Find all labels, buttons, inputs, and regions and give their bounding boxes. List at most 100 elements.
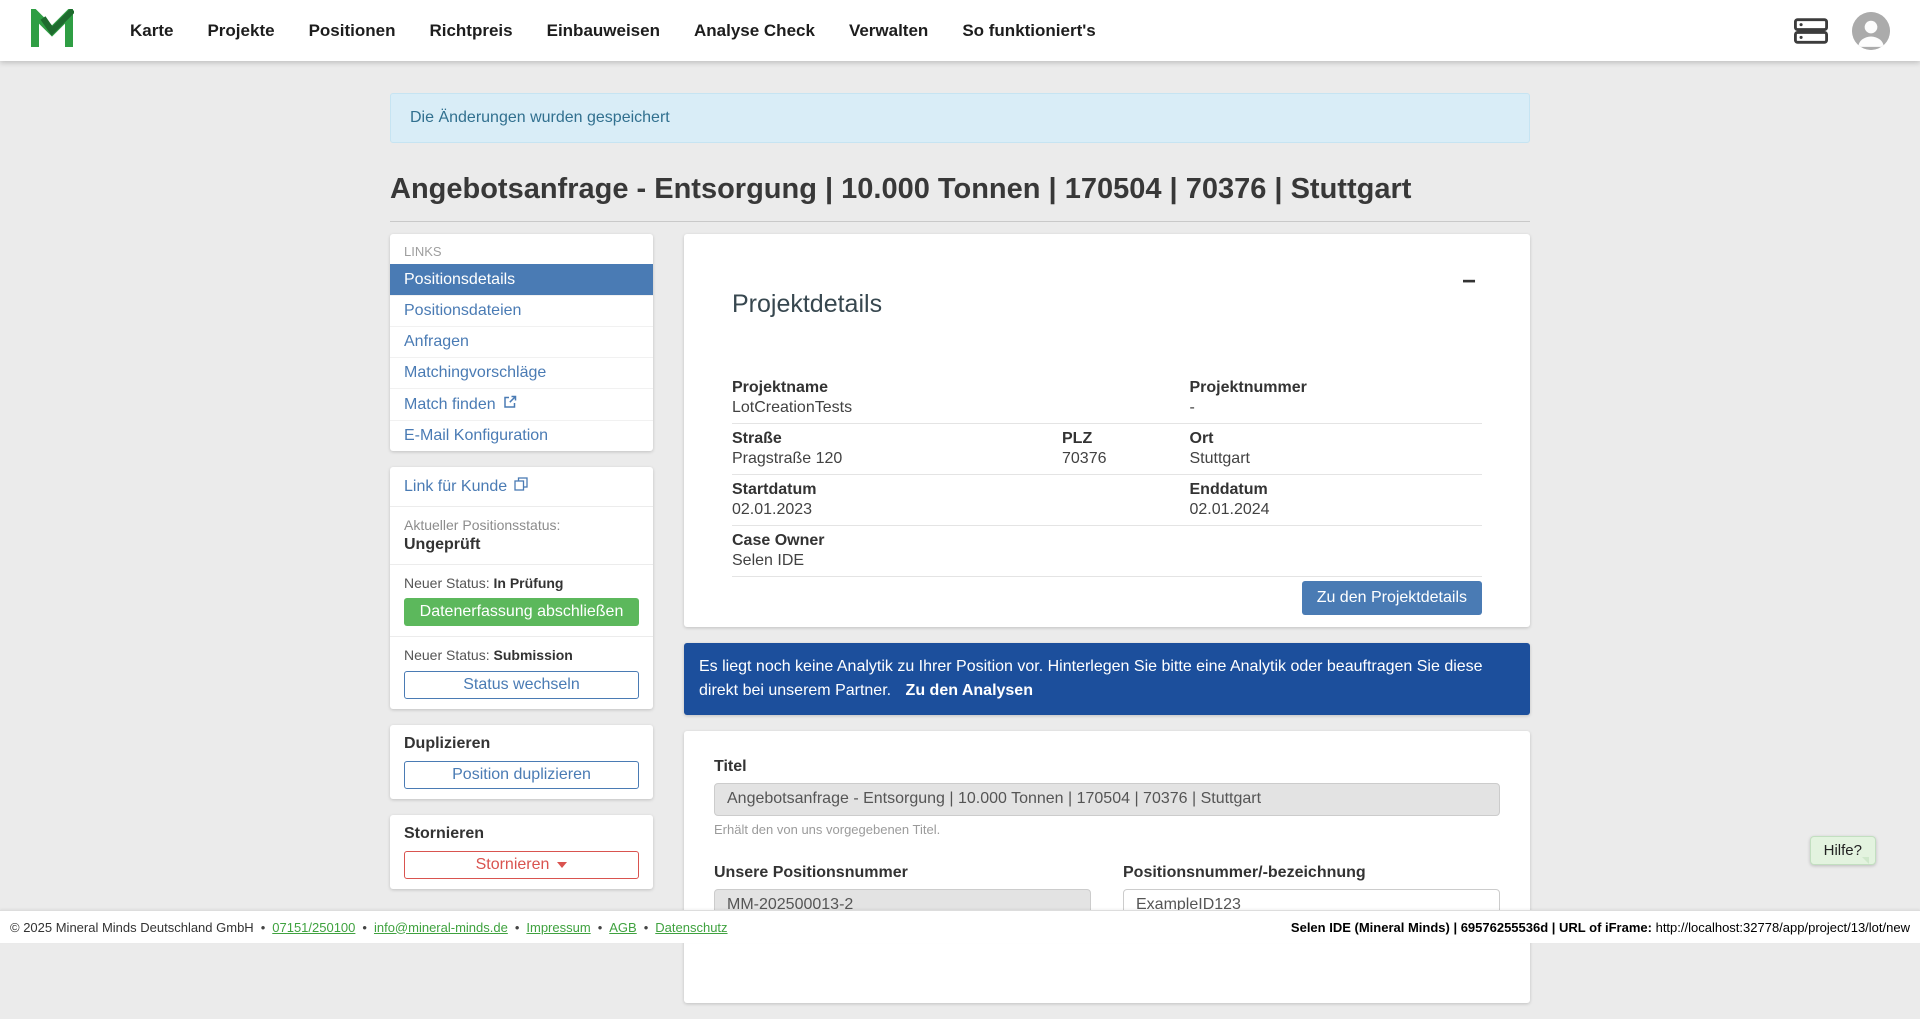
- new-status-line-2: Neuer Status: Submission: [404, 647, 639, 663]
- field-value: Selen IDE: [732, 551, 1062, 570]
- field-value: 02.01.2024: [1190, 500, 1483, 519]
- field-label: Case Owner: [732, 531, 1062, 550]
- our-number-label: Unsere Positionsnummer: [714, 864, 1091, 882]
- sidebar-item-match-finden[interactable]: Match finden: [390, 388, 653, 420]
- field-label: Ort: [1190, 429, 1483, 448]
- field-label: Projektnummer: [1190, 378, 1483, 397]
- title-field-label: Titel: [714, 758, 1500, 776]
- sidebar-item-label: E-Mail Konfiguration: [404, 427, 548, 445]
- nav-item-einbauweisen[interactable]: Einbauweisen: [547, 21, 660, 41]
- footer-phone-link[interactable]: 07151/250100: [272, 920, 355, 935]
- sidebar-item-positionsdetails[interactable]: Positionsdetails: [390, 264, 653, 295]
- sidebar: LINKS Positionsdetails Positionsdateien …: [390, 234, 653, 905]
- new-status-value: In Prüfung: [494, 575, 564, 591]
- nav-item-analyse-check[interactable]: Analyse Check: [694, 21, 815, 41]
- copyright-text: © 2025 Mineral Minds Deutschland GmbH: [10, 920, 254, 935]
- cancel-button-label: Stornieren: [476, 856, 550, 873]
- switch-status-button[interactable]: Status wechseln: [404, 671, 639, 699]
- analytics-banner-text: Es liegt noch keine Analytik zu Ihrer Po…: [699, 658, 1483, 699]
- nav-item-so-funktionierts[interactable]: So funktioniert's: [962, 21, 1095, 41]
- footer-datenschutz-link[interactable]: Datenschutz: [655, 920, 727, 935]
- field-value: 70376: [1062, 449, 1190, 468]
- footer-right: Selen IDE (Mineral Minds) | 69576255536d…: [1291, 920, 1910, 935]
- success-alert: Die Änderungen wurden gespeichert: [390, 93, 1530, 143]
- project-field-row: Case Owner Selen IDE: [732, 526, 1482, 577]
- current-status-label: Aktueller Positionsstatus:: [404, 517, 639, 533]
- sidebar-item-label: Anfragen: [404, 333, 469, 351]
- project-details-panel: Projektdetails − Projektname LotCreation…: [684, 234, 1530, 627]
- footer-user-info: Selen IDE (Mineral Minds) | 69576255536d…: [1291, 920, 1652, 935]
- project-field-row: Startdatum 02.01.2023 Enddatum 02.01.202…: [732, 475, 1482, 526]
- nav-item-karte[interactable]: Karte: [130, 21, 173, 41]
- project-fields: Projektname LotCreationTests Projektnumm…: [732, 373, 1482, 577]
- copy-icon: [514, 477, 528, 496]
- page-container: Die Änderungen wurden gespeichert Angebo…: [390, 93, 1530, 1019]
- title-help-text: Erhält den von uns vorgegebenen Titel.: [714, 822, 1500, 837]
- collapse-icon[interactable]: −: [1456, 268, 1482, 296]
- footer-agb-link[interactable]: AGB: [609, 920, 636, 935]
- caret-down-icon: [557, 862, 567, 868]
- sidebar-item-label: Positionsdateien: [404, 302, 521, 320]
- sidebar-item-email-konfiguration[interactable]: E-Mail Konfiguration: [390, 420, 653, 451]
- nav-item-richtpreis[interactable]: Richtpreis: [429, 21, 512, 41]
- customer-link-label: Link für Kunde: [404, 478, 507, 496]
- cancel-title: Stornieren: [404, 825, 639, 843]
- analytics-banner: Es liegt noch keine Analytik zu Ihrer Po…: [684, 643, 1530, 715]
- complete-data-entry-button[interactable]: Datenerfassung abschließen: [404, 598, 639, 626]
- top-navbar: Karte Projekte Positionen Richtpreis Ein…: [0, 0, 1920, 61]
- duplicate-title: Duplizieren: [404, 735, 639, 753]
- field-label: Startdatum: [732, 480, 1062, 499]
- analytics-link[interactable]: Zu den Analysen: [906, 682, 1033, 699]
- title-input: [714, 783, 1500, 816]
- duplicate-position-button[interactable]: Position duplizieren: [404, 761, 639, 789]
- duplicate-card: Duplizieren Position duplizieren: [390, 725, 653, 799]
- field-value: Stuttgart: [1190, 449, 1483, 468]
- field-label: PLZ: [1062, 429, 1190, 448]
- project-field-row: Straße Pragstraße 120 PLZ 70376 Ort Stut…: [732, 424, 1482, 475]
- sidebar-item-label: Positionsdetails: [404, 271, 515, 289]
- position-number-label: Positionsnummer/-bezeichnung: [1123, 864, 1500, 882]
- footer-impressum-link[interactable]: Impressum: [526, 920, 590, 935]
- field-value: Pragstraße 120: [732, 449, 1062, 468]
- field-value: -: [1190, 398, 1483, 417]
- main-nav: Karte Projekte Positionen Richtpreis Ein…: [130, 21, 1096, 41]
- new-status-value: Submission: [494, 647, 573, 663]
- links-header: LINKS: [390, 234, 653, 264]
- footer-iframe-url: http://localhost:32778/app/project/13/lo…: [1656, 920, 1910, 935]
- customer-link[interactable]: Link für Kunde: [404, 477, 528, 496]
- new-status-line-1: Neuer Status: In Prüfung: [404, 575, 639, 591]
- field-label: Enddatum: [1190, 480, 1483, 499]
- page-title: Angebotsanfrage - Entsorgung | 10.000 To…: [390, 173, 1530, 222]
- new-status-label: Neuer Status:: [404, 647, 490, 663]
- status-card: Link für Kunde Aktueller Positionsstatus…: [390, 467, 653, 709]
- main-column: Projektdetails − Projektname LotCreation…: [684, 234, 1530, 1019]
- field-label: Straße: [732, 429, 1062, 448]
- server-rack-icon[interactable]: [1794, 18, 1828, 44]
- footer-email-link[interactable]: info@mineral-minds.de: [374, 920, 508, 935]
- footer-left: © 2025 Mineral Minds Deutschland GmbH • …: [10, 920, 728, 935]
- footer: © 2025 Mineral Minds Deutschland GmbH • …: [0, 910, 1920, 943]
- position-form-card: Titel Erhält den von uns vorgegebenen Ti…: [684, 731, 1530, 1003]
- sidebar-item-positionsdateien[interactable]: Positionsdateien: [390, 295, 653, 326]
- alert-text: Die Änderungen wurden gespeichert: [410, 109, 670, 126]
- current-status-value: Ungeprüft: [404, 536, 639, 554]
- user-avatar[interactable]: [1852, 12, 1890, 50]
- cancel-card: Stornieren Stornieren: [390, 815, 653, 889]
- field-value: 02.01.2023: [732, 500, 1062, 519]
- new-status-label: Neuer Status:: [404, 575, 490, 591]
- help-button[interactable]: Hilfe?: [1810, 836, 1876, 865]
- mineral-minds-logo[interactable]: [30, 9, 74, 52]
- sidebar-item-matchingvorschlaege[interactable]: Matchingvorschläge: [390, 357, 653, 388]
- sidebar-item-label: Match finden: [404, 396, 496, 414]
- cancel-dropdown-button[interactable]: Stornieren: [404, 851, 639, 879]
- nav-item-projekte[interactable]: Projekte: [207, 21, 274, 41]
- project-details-title: Projektdetails: [732, 289, 882, 320]
- external-link-icon: [503, 395, 517, 414]
- nav-item-verwalten[interactable]: Verwalten: [849, 21, 928, 41]
- project-details-button[interactable]: Zu den Projektdetails: [1302, 581, 1482, 615]
- sidebar-item-anfragen[interactable]: Anfragen: [390, 326, 653, 357]
- nav-item-positionen[interactable]: Positionen: [309, 21, 396, 41]
- links-card: LINKS Positionsdetails Positionsdateien …: [390, 234, 653, 451]
- navbar-right: [1794, 12, 1890, 50]
- field-label: Projektname: [732, 378, 1062, 397]
